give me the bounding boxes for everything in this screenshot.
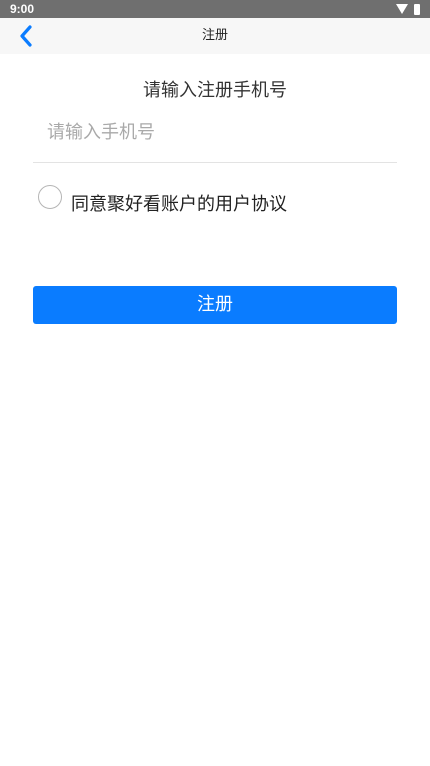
nav-bar: 注册 — [0, 18, 430, 54]
status-bar: 9:00 — [0, 0, 430, 18]
agreement-label[interactable]: 同意聚好看账户的用户协议 — [71, 192, 287, 218]
register-button[interactable]: 注册 — [33, 286, 397, 324]
status-time: 9:00 — [10, 2, 35, 16]
battery-icon — [414, 3, 420, 15]
chevron-left-icon — [20, 25, 32, 47]
wifi-icon — [396, 4, 408, 14]
status-icons — [396, 2, 420, 16]
back-button[interactable] — [16, 25, 36, 47]
agreement-radio[interactable] — [38, 185, 62, 209]
register-prompt: 请输入注册手机号 — [143, 80, 287, 101]
page-title: 注册 — [201, 28, 228, 43]
phone-input[interactable] — [33, 116, 397, 148]
input-divider — [33, 162, 397, 163]
